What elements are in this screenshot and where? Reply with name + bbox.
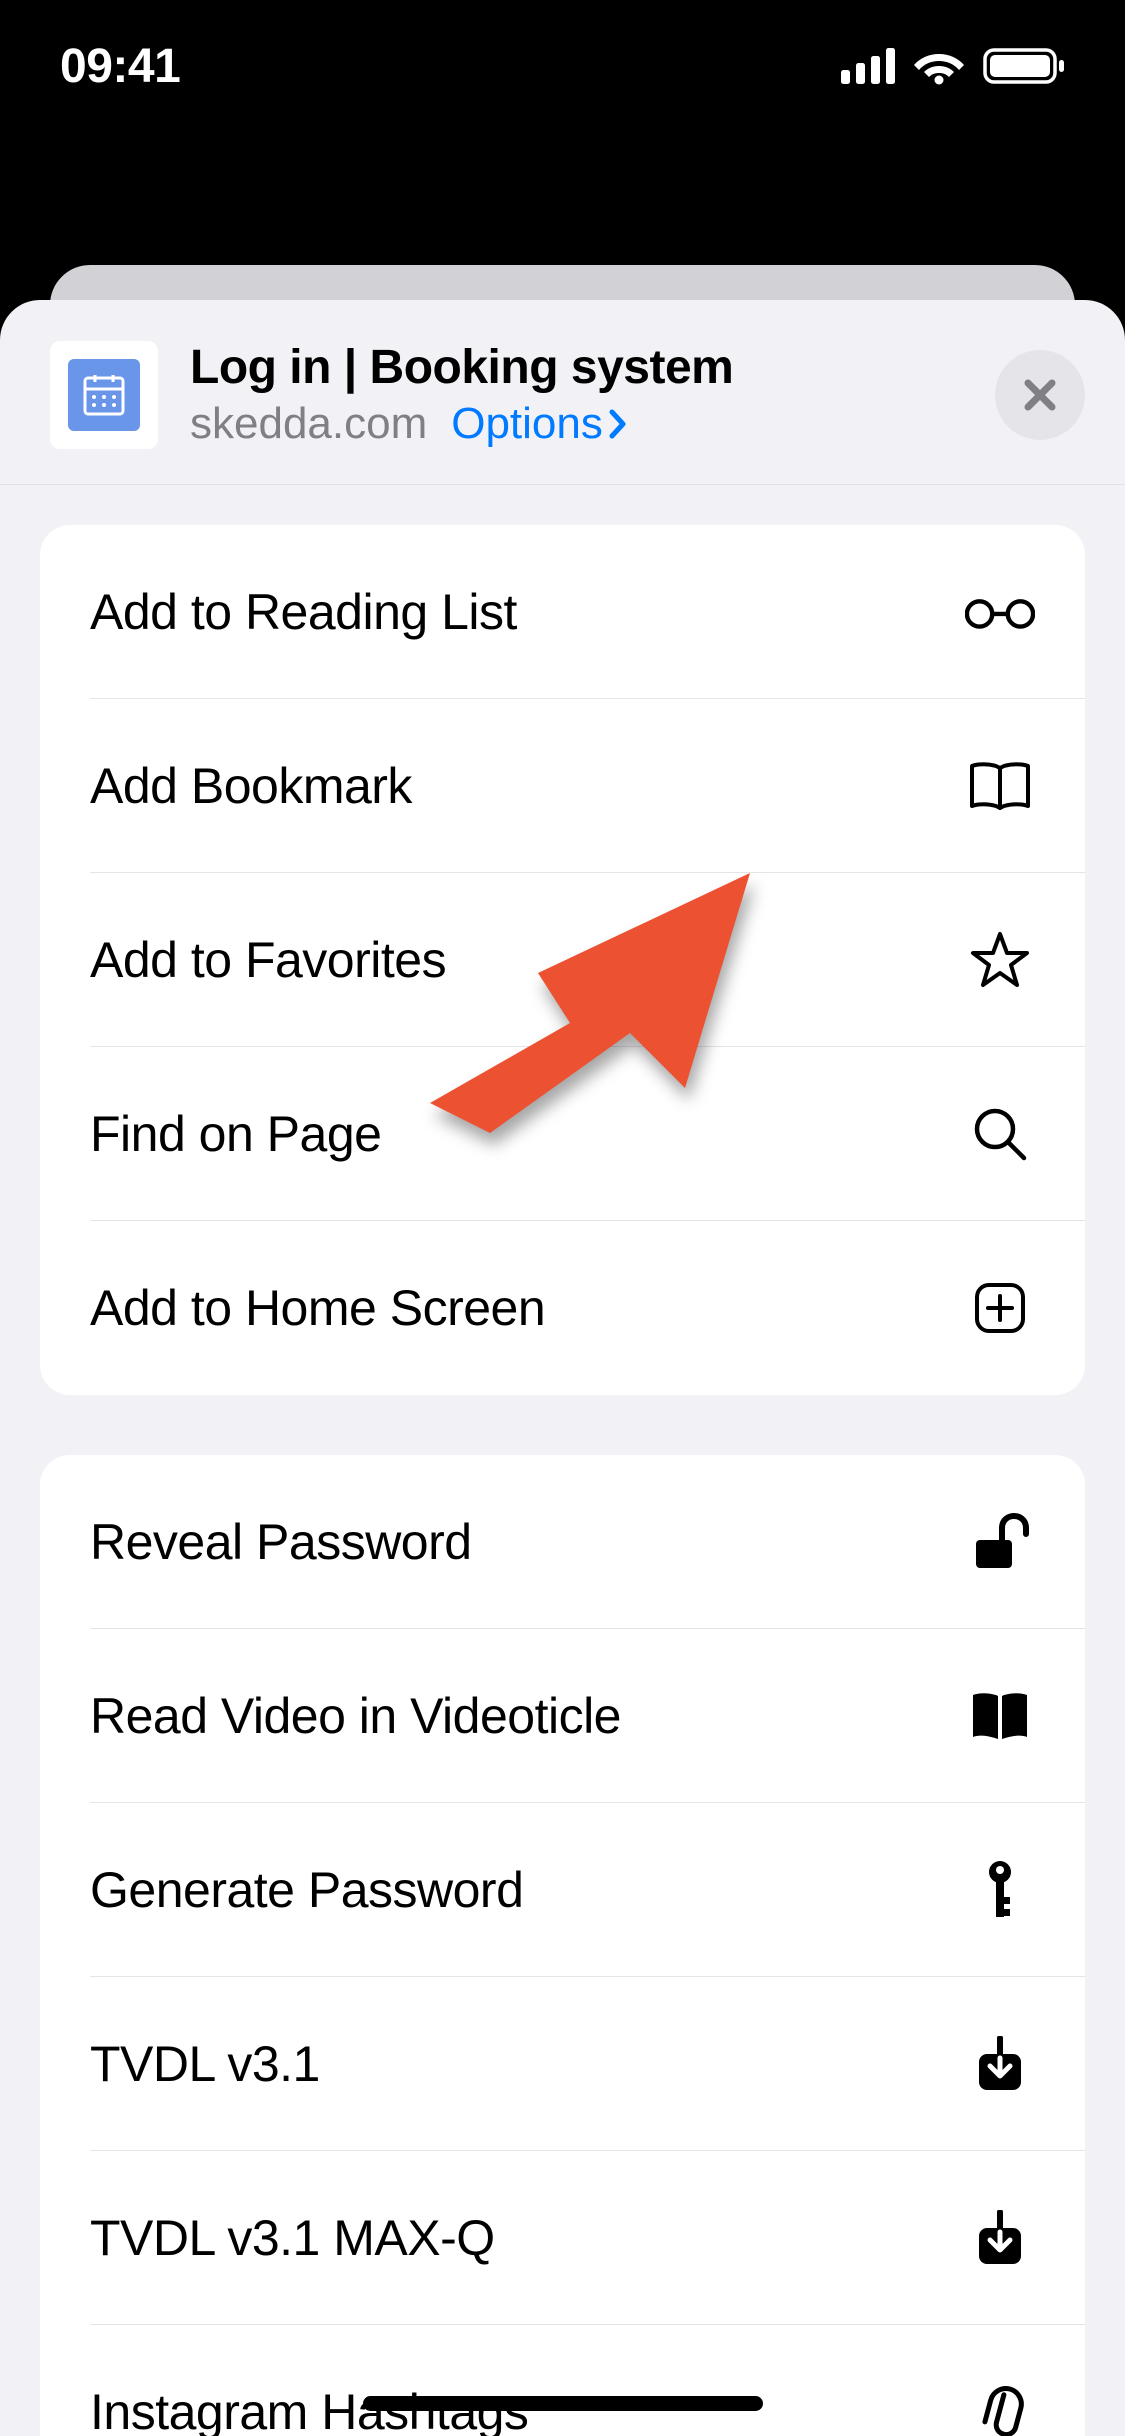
reveal-password-row[interactable]: Reveal Password	[40, 1455, 1085, 1629]
row-label: TVDL v3.1	[90, 2035, 320, 2093]
row-label: Generate Password	[90, 1861, 523, 1919]
close-icon	[1020, 375, 1060, 415]
generate-password-row[interactable]: Generate Password	[40, 1803, 1085, 1977]
calendar-icon	[68, 359, 140, 431]
sheet-header: Log in | Booking system skedda.com Optio…	[0, 300, 1125, 485]
page-title: Log in | Booking system	[190, 340, 995, 395]
row-label: Read Video in Videoticle	[90, 1687, 621, 1745]
share-sheet: Log in | Booking system skedda.com Optio…	[0, 300, 1125, 2436]
download-box-icon	[965, 2029, 1035, 2099]
status-time: 09:41	[60, 39, 180, 94]
site-icon	[50, 341, 158, 449]
add-to-reading-list-row[interactable]: Add to Reading List	[40, 525, 1085, 699]
row-label: Add to Favorites	[90, 931, 446, 989]
row-label: Add to Home Screen	[90, 1279, 545, 1337]
read-video-videoticle-row[interactable]: Read Video in Videoticle	[40, 1629, 1085, 1803]
plus-square-icon	[965, 1273, 1035, 1343]
row-label: TVDL v3.1 MAX-Q	[90, 2209, 495, 2267]
chevron-right-icon	[609, 409, 627, 439]
book-fill-icon	[965, 1681, 1035, 1751]
star-icon	[965, 925, 1035, 995]
page-domain: skedda.com	[190, 399, 427, 449]
glasses-icon	[965, 577, 1035, 647]
sheet-content: Add to Reading List Add Bookmark	[0, 485, 1125, 2436]
row-label: Add to Reading List	[90, 583, 517, 641]
status-icons	[841, 47, 1065, 85]
header-text: Log in | Booking system skedda.com Optio…	[190, 340, 995, 449]
search-icon	[965, 1099, 1035, 1169]
paperclip-icon	[965, 2377, 1035, 2436]
wifi-icon	[913, 47, 965, 85]
close-button[interactable]	[995, 350, 1085, 440]
battery-icon	[983, 47, 1065, 85]
lock-open-icon	[965, 1507, 1035, 1577]
instagram-hashtags-row[interactable]: Instagram Hashtags	[40, 2325, 1085, 2436]
download-box-icon	[965, 2203, 1035, 2273]
add-bookmark-row[interactable]: Add Bookmark	[40, 699, 1085, 873]
book-icon	[965, 751, 1035, 821]
cellular-icon	[841, 48, 895, 84]
home-indicator[interactable]	[363, 2396, 763, 2411]
row-label: Add Bookmark	[90, 757, 412, 815]
row-label: Reveal Password	[90, 1513, 472, 1571]
row-label: Find on Page	[90, 1105, 381, 1163]
action-group-2: Reveal Password Read Video in Videoticle	[40, 1455, 1085, 2436]
arrow-annotation	[420, 863, 760, 1148]
key-icon	[965, 1855, 1035, 1925]
add-to-home-screen-row[interactable]: Add to Home Screen	[40, 1221, 1085, 1395]
tvdl-maxq-row[interactable]: TVDL v3.1 MAX-Q	[40, 2151, 1085, 2325]
tvdl-row[interactable]: TVDL v3.1	[40, 1977, 1085, 2151]
status-bar: 09:41	[0, 0, 1125, 132]
options-button[interactable]: Options	[451, 399, 627, 449]
